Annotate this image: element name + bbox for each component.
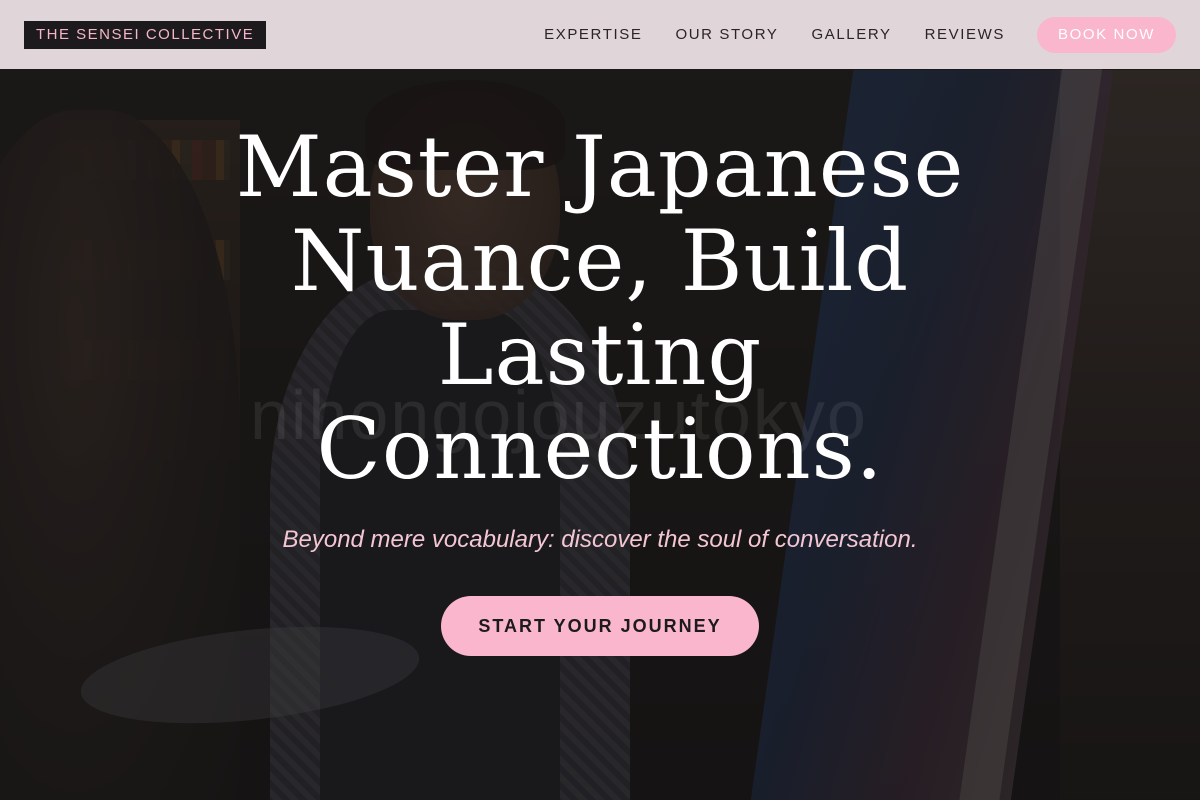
- hero-section: nihongojouzutokyo Master Japanese Nuance…: [0, 0, 1200, 800]
- nav-link-our-story[interactable]: OUR STORY: [675, 26, 778, 43]
- nav-link-gallery[interactable]: GALLERY: [811, 26, 891, 43]
- book-now-button[interactable]: BOOK NOW: [1037, 16, 1176, 53]
- site-logo[interactable]: THE SENSEI COLLECTIVE: [24, 20, 267, 49]
- hero-subheadline: Beyond mere vocabulary: discover the sou…: [282, 526, 918, 553]
- site-header: THE SENSEI COLLECTIVE EXPERTISE OUR STOR…: [0, 0, 1200, 69]
- main-nav: EXPERTISE OUR STORY GALLERY REVIEWS BOOK…: [544, 16, 1176, 53]
- nav-link-expertise[interactable]: EXPERTISE: [544, 26, 642, 43]
- hero-headline: Master Japanese Nuance, Build Lasting Co…: [235, 118, 965, 498]
- hero-content: Master Japanese Nuance, Build Lasting Co…: [0, 120, 1200, 656]
- start-journey-button[interactable]: START YOUR JOURNEY: [441, 596, 759, 656]
- nav-link-reviews[interactable]: REVIEWS: [925, 26, 1005, 43]
